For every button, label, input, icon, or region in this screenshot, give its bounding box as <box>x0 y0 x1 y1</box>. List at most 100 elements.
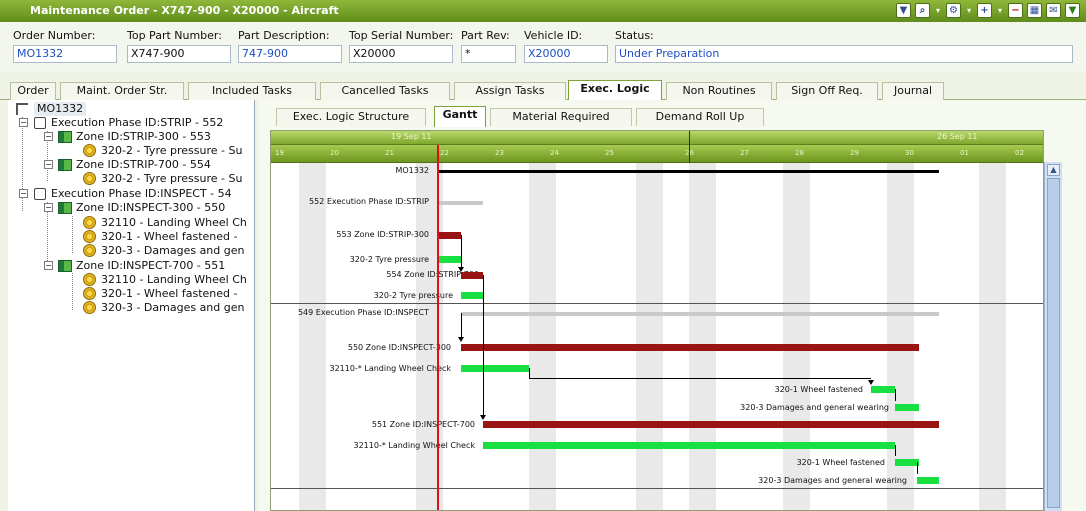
tree-item[interactable]: 320-3 - Damages and gen <box>8 301 255 315</box>
gantt-bar[interactable] <box>895 459 919 466</box>
collapse-icon[interactable]: − <box>44 203 53 212</box>
tab-cancelled-tasks[interactable]: Cancelled Tasks <box>320 82 450 100</box>
vehicle-id-field[interactable]: X20000 <box>524 45 608 63</box>
gantt-row-label: 553 Zone ID:STRIP-300 <box>336 230 429 239</box>
tree-item-root[interactable]: MO1332 <box>12 102 252 116</box>
gantt-bar[interactable] <box>895 404 919 411</box>
day-label: 21 <box>385 149 394 157</box>
mail-icon[interactable]: ✉ <box>1046 3 1061 18</box>
scroll-up-icon[interactable]: ▲ <box>1047 164 1060 176</box>
search-dropdown[interactable]: ▾ <box>934 3 942 18</box>
order-header: Order Number: MO1332 Top Part Number: X7… <box>0 22 1086 72</box>
add-dropdown[interactable]: ▾ <box>996 3 1004 18</box>
gantt-bar[interactable] <box>871 386 895 393</box>
gantt-bar[interactable] <box>483 421 939 428</box>
tree-item-label: MO1332 <box>34 102 87 116</box>
tab-exec-logic[interactable]: Exec. Logic <box>568 80 662 101</box>
tab-order[interactable]: Order <box>10 82 56 100</box>
save-icon[interactable]: ▼ <box>896 3 911 18</box>
part-rev-field[interactable]: * <box>461 45 516 63</box>
collapse-icon[interactable]: − <box>44 160 53 169</box>
tab-included-tasks[interactable]: Included Tasks <box>188 82 316 100</box>
gantt-row-label: 554 Zone ID:STRIP-700 <box>386 270 479 279</box>
dependency-arrow <box>458 267 464 272</box>
grid-icon[interactable]: ▦ <box>1027 3 1042 18</box>
tree-item[interactable]: 320-2 - Tyre pressure - Su <box>8 144 255 158</box>
tab-maint-order-str[interactable]: Maint. Order Str. <box>60 82 184 100</box>
window-title: Maintenance Order - X747-900 - X20000 - … <box>30 4 339 17</box>
top-serial-number-field[interactable]: X20000 <box>349 45 453 63</box>
gantt-row-separator <box>271 303 1043 304</box>
tab-sign-off-req[interactable]: Sign Off Req. <box>776 82 878 100</box>
tree-item-label: 320-1 - Wheel fastened - <box>101 287 238 300</box>
part-description-field[interactable]: 747-900 <box>238 45 342 63</box>
tree-item-label: Zone ID:INSPECT-300 - 550 <box>76 201 226 214</box>
tree-item[interactable]: 320-1 - Wheel fastened - <box>8 287 255 301</box>
gantt-row-label: 32110-* Landing Wheel Check <box>353 441 476 450</box>
collapse-icon[interactable]: − <box>19 189 28 198</box>
tree-item[interactable]: − Zone ID:STRIP-700 - 554 <box>8 158 255 172</box>
scroll-thumb[interactable] <box>1047 178 1060 508</box>
subtab-demand-roll-up[interactable]: Demand Roll Up <box>636 108 764 126</box>
collapse-icon[interactable]: − <box>19 118 28 127</box>
gantt-bar[interactable] <box>439 232 461 239</box>
dependency-line <box>461 313 462 339</box>
tree-item[interactable]: 32110 - Landing Wheel Ch <box>8 273 255 287</box>
remove-icon[interactable]: − <box>1008 3 1023 18</box>
gantt-bar[interactable] <box>461 365 529 372</box>
collapse-icon[interactable]: − <box>44 132 53 141</box>
subtab-material-required[interactable]: Material Required <box>490 108 632 126</box>
tree-item[interactable]: − Zone ID:INSPECT-700 - 551 <box>8 259 255 273</box>
gantt-bar[interactable] <box>461 312 939 316</box>
gantt-week-header: 19 Sep 11 26 Sep 11 <box>271 131 1043 145</box>
weekend-shade <box>979 163 1006 510</box>
gantt-bar[interactable] <box>461 272 483 279</box>
tree-item[interactable]: 32110 - Landing Wheel Ch <box>8 216 255 230</box>
top-part-number-field[interactable]: X747-900 <box>127 45 231 63</box>
collapse-icon[interactable]: − <box>44 261 53 270</box>
tree-item[interactable]: − Execution Phase ID:INSPECT - 54 <box>8 187 255 201</box>
gantt-bar[interactable] <box>461 292 483 299</box>
task-gear-icon <box>83 144 96 157</box>
add-icon[interactable]: + <box>977 3 992 18</box>
status-field[interactable]: Under Preparation <box>615 45 1073 63</box>
gantt-bar[interactable] <box>917 477 939 484</box>
order-number-field[interactable]: MO1332 <box>13 45 117 63</box>
top-part-number-label: Top Part Number: <box>127 29 222 42</box>
gantt-bar[interactable] <box>439 256 461 263</box>
search-icon[interactable]: ⌕ <box>915 3 930 18</box>
gantt-bar[interactable] <box>439 201 483 205</box>
gantt-row-label: 549 Execution Phase ID:INSPECT <box>297 308 429 317</box>
tree-item[interactable]: 320-1 - Wheel fastened - <box>8 230 255 244</box>
task-gear-icon <box>83 244 96 257</box>
tree-item[interactable]: − Zone ID:STRIP-300 - 553 <box>8 130 255 144</box>
gantt-chart: 19 Sep 11 26 Sep 11 19 20 21 22 23 24 25… <box>270 130 1044 511</box>
gantt-vertical-scrollbar[interactable]: ▲ <box>1044 162 1062 511</box>
day-label: 24 <box>550 149 559 157</box>
tree-item-label: 320-2 - Tyre pressure - Su <box>101 144 243 157</box>
subtab-exec-logic-structure[interactable]: Exec. Logic Structure <box>276 108 426 126</box>
tab-assign-tasks[interactable]: Assign Tasks <box>454 82 566 100</box>
day-label: 19 <box>275 149 284 157</box>
day-label: 20 <box>330 149 339 157</box>
status-label: Status: <box>615 29 654 42</box>
settings-dropdown[interactable]: ▾ <box>965 3 973 18</box>
gantt-bar[interactable] <box>439 170 939 173</box>
hierarchy-icon <box>16 103 28 115</box>
tab-non-routines[interactable]: Non Routines <box>666 82 772 100</box>
tree-item[interactable]: − Zone ID:INSPECT-300 - 550 <box>8 201 255 215</box>
gantt-bar[interactable] <box>461 344 919 351</box>
gantt-row-label: 32110-* Landing Wheel Check <box>329 364 452 373</box>
tree-item-label: 32110 - Landing Wheel Ch <box>101 273 247 286</box>
part-description-label: Part Description: <box>238 29 330 42</box>
subtab-gantt[interactable]: Gantt <box>434 106 486 127</box>
tree-item[interactable]: − Execution Phase ID:STRIP - 552 <box>8 116 255 130</box>
gantt-bar[interactable] <box>483 442 895 449</box>
tree-item-label: Zone ID:STRIP-300 - 553 <box>76 130 211 143</box>
settings-icon[interactable]: ⚙ <box>946 3 961 18</box>
tree-item[interactable]: 320-3 - Damages and gen <box>8 244 255 258</box>
dependency-arrow <box>868 380 874 385</box>
tab-journal[interactable]: Journal <box>882 82 944 100</box>
arrow-down-icon[interactable]: ▼ <box>1065 3 1080 18</box>
tree-item[interactable]: 320-2 - Tyre pressure - Su <box>8 172 255 186</box>
